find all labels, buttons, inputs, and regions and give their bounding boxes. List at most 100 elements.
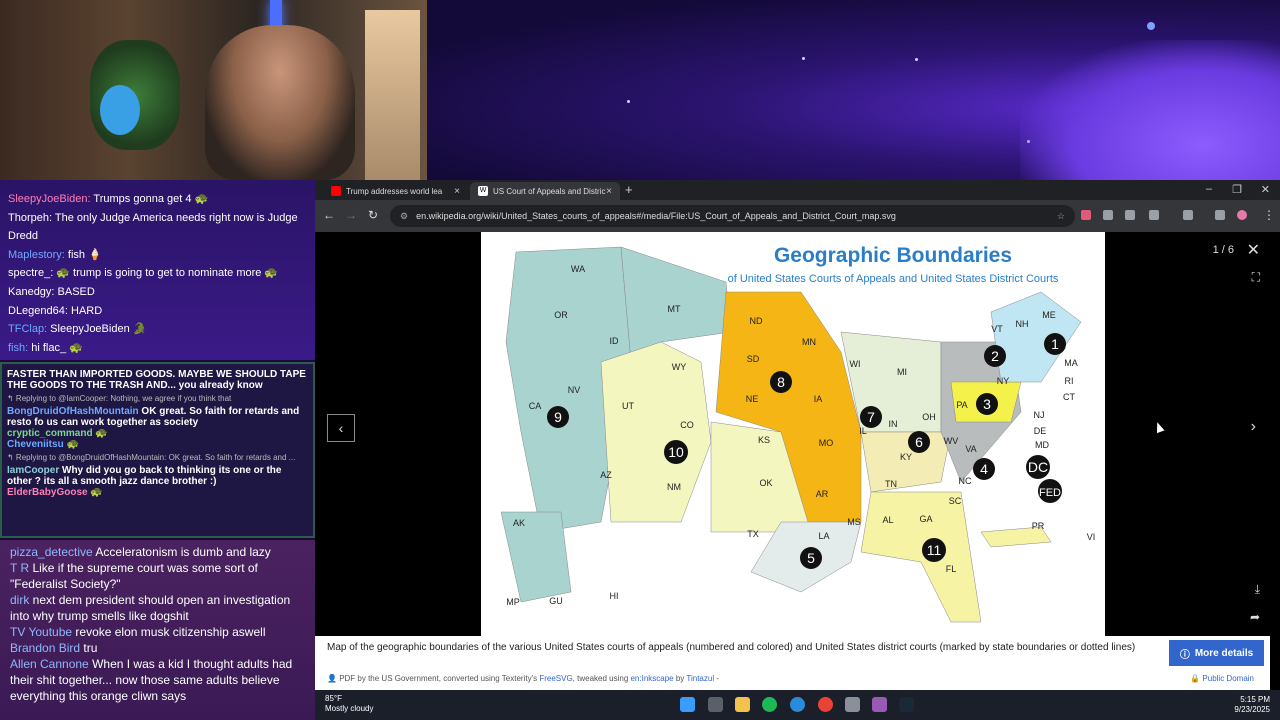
site-info-icon[interactable]: ⚙ xyxy=(400,211,408,222)
chat-reply-context: ↰ Replying to @BongDruidOfHashMountain: … xyxy=(7,453,296,462)
chat-message: ElderBabyGoose 🐢 xyxy=(7,487,103,498)
state-label: OK xyxy=(759,478,772,488)
taskbar: 85°F Mostly cloudy 5:15 PM 9/23/2025 xyxy=(315,690,1280,720)
chat-username[interactable]: T R xyxy=(10,561,29,575)
close-window-button[interactable]: ✕ xyxy=(1261,183,1270,196)
extensions-puzzle-icon[interactable] xyxy=(1149,210,1159,220)
webcam-window xyxy=(365,10,420,180)
app-icon[interactable] xyxy=(872,697,887,712)
svg-text:5: 5 xyxy=(807,550,815,566)
chat-username[interactable]: Thorpeh: xyxy=(8,212,52,224)
reload-button[interactable]: ↻ xyxy=(368,208,378,222)
map-title: Geographic Boundaries xyxy=(773,244,1013,267)
close-icon[interactable]: × xyxy=(454,186,460,197)
state-label: AK xyxy=(513,518,525,528)
svg-text:FED: FED xyxy=(1039,487,1061,499)
task-view-icon[interactable] xyxy=(708,697,723,712)
chat-text: Like if the supreme court was some sort … xyxy=(10,561,258,591)
circuit-marker: 3 xyxy=(976,393,998,415)
chat-username[interactable]: Allen Cannone xyxy=(10,657,89,671)
chat-username[interactable]: TFClap: xyxy=(8,323,47,335)
system-clock[interactable]: 5:15 PM 9/23/2025 xyxy=(1234,695,1270,715)
back-button[interactable]: ← xyxy=(323,208,335,222)
chat-username[interactable]: pizza_detective xyxy=(10,545,93,559)
state-label: ID xyxy=(610,336,620,346)
url-field[interactable]: ⚙ en.wikipedia.org/wiki/United_States_co… xyxy=(390,205,1075,227)
share-icon[interactable]: ➦ xyxy=(1250,610,1260,624)
state-label: CO xyxy=(680,420,694,430)
browser-window: Trump addresses world lea × W US Court o… xyxy=(315,180,1280,690)
split-view-icon[interactable] xyxy=(1183,210,1193,220)
previous-image-button[interactable]: ‹ xyxy=(327,414,355,442)
chat-username[interactable]: Brandon Bird xyxy=(10,641,80,655)
state-label: LA xyxy=(818,531,829,541)
chat-text: Trumps gonna get 4 🐢 xyxy=(90,193,209,205)
chat-username[interactable]: dirk xyxy=(10,593,29,607)
chat-message: fish: hi flac_ 🐢 xyxy=(8,339,307,358)
state-label: VA xyxy=(965,444,976,454)
circuit-marker: 5 xyxy=(800,547,822,569)
reading-list-icon[interactable] xyxy=(1215,210,1225,220)
tab-youtube[interactable]: Trump addresses world lea × xyxy=(323,182,468,200)
minimize-button[interactable]: – xyxy=(1206,183,1212,195)
chat-username[interactable]: DLegend64: xyxy=(8,305,68,317)
state-label: AL xyxy=(882,515,893,525)
image-counter: 1 / 6 xyxy=(1212,244,1234,256)
extension-icon[interactable] xyxy=(1081,210,1091,220)
tintazul-link[interactable]: Tintazul xyxy=(686,674,714,683)
streamer xyxy=(205,25,355,180)
state-label: MP xyxy=(506,597,520,607)
chat-message: pizza_detective Acceleratonism is dumb a… xyxy=(10,544,305,560)
state-label: AR xyxy=(816,489,829,499)
app-icon[interactable] xyxy=(845,697,860,712)
close-icon[interactable]: ✕ xyxy=(1247,240,1260,260)
inkscape-link[interactable]: en:Inkscape xyxy=(630,674,673,683)
steam-icon[interactable] xyxy=(899,697,914,712)
next-image-button[interactable]: › xyxy=(1251,418,1256,436)
edge-icon[interactable] xyxy=(790,697,805,712)
extension-icon[interactable] xyxy=(1125,210,1135,220)
spotify-icon[interactable] xyxy=(762,697,777,712)
author-icon: 👤 xyxy=(327,674,340,683)
menu-icon[interactable]: ⋮ xyxy=(1263,208,1275,222)
circuit-marker: 6 xyxy=(908,431,930,453)
chat-username[interactable]: Maplestory: xyxy=(8,249,65,261)
public-domain-link[interactable]: 🔒 Public Domain xyxy=(1190,674,1254,683)
profile-avatar[interactable] xyxy=(1237,210,1247,220)
fullscreen-icon[interactable]: ⛶ xyxy=(1252,270,1260,285)
chat-text: next dem president should open an invest… xyxy=(10,593,291,623)
bookmark-star-icon[interactable]: ☆ xyxy=(1057,211,1065,222)
extension-icon[interactable] xyxy=(1103,210,1113,220)
svg-text:DC: DC xyxy=(1028,459,1048,475)
chat-username[interactable]: Kanedgy: xyxy=(8,286,54,298)
svg-text:7: 7 xyxy=(867,409,875,425)
chat-username[interactable]: TV Youtube xyxy=(10,625,72,639)
chrome-icon[interactable] xyxy=(818,697,833,712)
webcam-toy xyxy=(100,85,140,135)
circuit-marker: 11 xyxy=(922,538,946,562)
chat-username[interactable]: fish: xyxy=(8,342,28,354)
chat-username[interactable]: SleepyJoeBiden: xyxy=(8,193,91,205)
state-label: HI xyxy=(610,591,619,601)
forward-button[interactable]: → xyxy=(345,208,357,222)
freesvg-link[interactable]: FreeSVG xyxy=(539,674,572,683)
chat-message: Allen Cannone When I was a kid I thought… xyxy=(10,656,305,704)
download-icon[interactable]: ⤓ xyxy=(1255,582,1260,597)
start-icon[interactable] xyxy=(680,697,695,712)
file-explorer-icon[interactable] xyxy=(735,697,750,712)
maximize-button[interactable]: ❐ xyxy=(1232,183,1242,196)
weather-widget[interactable]: 85°F Mostly cloudy xyxy=(325,694,373,714)
state-label: MA xyxy=(1064,358,1078,368)
chat-username[interactable]: spectre_: xyxy=(8,267,53,279)
state-label: NY xyxy=(997,376,1010,386)
tab-wikipedia[interactable]: W US Court of Appeals and Distric × xyxy=(470,182,620,200)
state-label: TX xyxy=(747,529,759,539)
space-background xyxy=(427,0,1280,180)
state-label: ME xyxy=(1042,310,1056,320)
state-label: GU xyxy=(549,596,563,606)
new-tab-button[interactable]: + xyxy=(625,182,633,197)
more-details-button[interactable]: ⓘ More details xyxy=(1169,640,1264,666)
state-label: NE xyxy=(746,394,759,404)
circuit-marker: FED xyxy=(1038,479,1062,503)
close-icon[interactable]: × xyxy=(606,186,612,197)
